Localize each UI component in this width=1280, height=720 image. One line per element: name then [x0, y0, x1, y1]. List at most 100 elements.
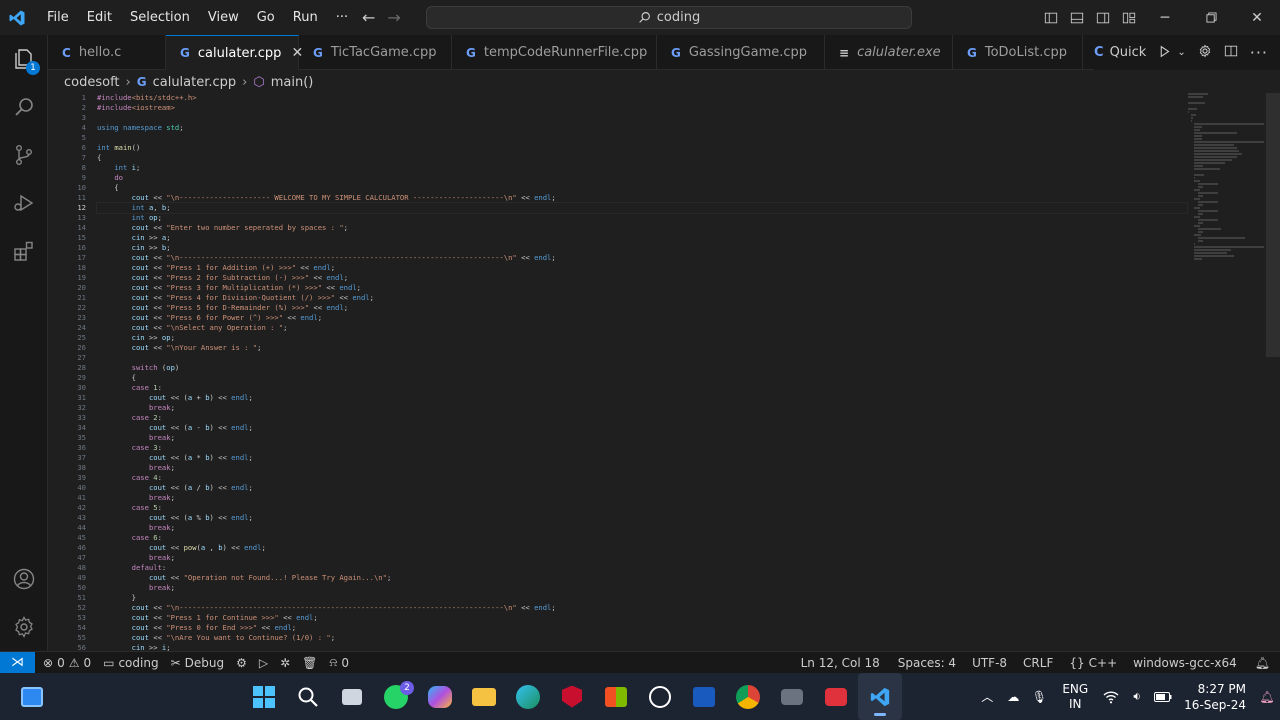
back-arrow-icon[interactable]: ← [362, 8, 375, 27]
code-line[interactable]: { [97, 153, 1187, 163]
cursor-position[interactable]: Ln 12, Col 18 [791, 652, 890, 674]
menu-item-edit[interactable]: Edit [78, 0, 121, 35]
forward-arrow-icon[interactable]: → [387, 8, 400, 27]
language-mode[interactable]: {} C++ [1061, 652, 1125, 674]
code-line[interactable]: do [97, 173, 1187, 183]
run-debug-icon[interactable] [0, 179, 48, 227]
code-line[interactable]: cout << "Press 5 for D-Remainder (%) >>>… [97, 303, 1187, 313]
code-line[interactable]: using namespace std; [97, 123, 1187, 133]
source-control-icon[interactable] [0, 131, 48, 179]
vscode-taskbar-icon[interactable] [858, 673, 902, 720]
code-line[interactable]: cin >> i; [97, 643, 1187, 651]
code-line[interactable]: { [97, 183, 1187, 193]
remote-indicator-icon[interactable]: ⋊ [0, 651, 35, 674]
code-line[interactable]: break; [97, 463, 1187, 473]
code-line[interactable]: cout << (a % b) << endl; [97, 513, 1187, 523]
indentation[interactable]: Spaces: 4 [890, 652, 964, 674]
notifications-bell-icon[interactable]: 🔔︎ [1245, 652, 1280, 674]
code-line[interactable]: cout << "Press 6 for Power (^) >>>" << e… [97, 313, 1187, 323]
task-view-icon[interactable] [330, 673, 374, 720]
code-line[interactable]: cout << "\n--------------------- WELCOME… [97, 193, 1187, 203]
restore-icon[interactable] [1188, 0, 1234, 35]
code-line[interactable]: case 4: [97, 473, 1187, 483]
end-of-line[interactable]: CRLF [1015, 652, 1061, 674]
menu-item-file[interactable]: File [38, 0, 78, 35]
code-line[interactable]: case 1: [97, 383, 1187, 393]
whatsapp-icon[interactable]: 2 [374, 673, 418, 720]
windows-start-icon[interactable] [242, 673, 286, 720]
trash-icon[interactable]: 🗑 [296, 652, 323, 674]
code-editor[interactable]: 1 2 3 4 5 6 7 8 9 10 11 12 13 14 15 16 17 18 19 20 21 22 23 24 2… [48, 93, 1280, 651]
menu-item-selection[interactable]: Selection [121, 0, 199, 35]
code-line[interactable]: int i; [97, 163, 1187, 173]
ports-indicator[interactable]: ⍾ 0 [323, 652, 355, 674]
mcafee-icon[interactable] [550, 673, 594, 720]
taskbar-search-icon[interactable] [286, 673, 330, 720]
camera-icon[interactable] [770, 673, 814, 720]
code-line[interactable]: break; [97, 403, 1187, 413]
chevron-up-icon[interactable]: ︿ [974, 673, 1000, 720]
explorer-icon[interactable]: 1 [0, 35, 48, 83]
menu-item-view[interactable]: View [199, 0, 248, 35]
file-explorer-icon[interactable] [462, 673, 506, 720]
accounts-icon[interactable] [0, 555, 48, 603]
wifi-icon[interactable] [1098, 673, 1124, 720]
code-line[interactable]: switch (op) [97, 363, 1187, 373]
code-line[interactable]: int main() [97, 143, 1187, 153]
menu-item-run[interactable]: Run [284, 0, 327, 35]
encoding[interactable]: UTF-8 [964, 652, 1015, 674]
manage-gear-icon[interactable] [0, 603, 48, 651]
debug-indicator[interactable]: ✂ Debug [165, 652, 231, 674]
code-line[interactable]: cout << "Enter two number seperated by s… [97, 223, 1187, 233]
debug-bug-icon[interactable]: ✲ [274, 652, 296, 674]
code-line[interactable]: cout << "Press 1 for Addition (+) >>>" <… [97, 263, 1187, 273]
clipchamp-icon[interactable] [814, 673, 858, 720]
tab-hello-c[interactable]: C hello.c [48, 35, 166, 70]
code-line[interactable]: cout << "\n-----------------------------… [97, 253, 1187, 263]
breadcrumb-symbol[interactable]: main() [271, 75, 314, 90]
command-center-search[interactable]: coding [426, 6, 912, 29]
code-line[interactable]: { [97, 373, 1187, 383]
code-line[interactable]: #include<iostream> [97, 103, 1187, 113]
code-line[interactable]: case 6: [97, 533, 1187, 543]
split-editor-icon[interactable] [1218, 43, 1244, 62]
minimap[interactable] [1188, 93, 1266, 260]
customize-layout-icon[interactable] [1116, 0, 1142, 35]
code-line[interactable]: cout << "\nAre You want to Continue? (1/… [97, 633, 1187, 643]
code-line[interactable]: cout << "Press 0 for End >>>" << endl; [97, 623, 1187, 633]
cmake-settings-icon[interactable]: ⚙ [230, 652, 253, 674]
extensions-icon[interactable] [0, 227, 48, 275]
code-line[interactable]: cout << (a / b) << endl; [97, 483, 1187, 493]
word-icon[interactable] [682, 673, 726, 720]
close-window-icon[interactable]: ✕ [1234, 0, 1280, 35]
code-line[interactable]: break; [97, 583, 1187, 593]
settings-gear-icon[interactable] [1192, 43, 1218, 62]
quick-tab[interactable]: C Quick [1094, 45, 1146, 60]
more-actions-icon[interactable]: ··· [1244, 43, 1274, 62]
minimize-icon[interactable]: ─ [1142, 0, 1188, 35]
code-line[interactable]: cin >> op; [97, 333, 1187, 343]
tab-calulater-cpp[interactable]: G calulater.cpp ✕ [166, 35, 303, 70]
code-line[interactable]: break; [97, 553, 1187, 563]
tab-gassinggame-cpp[interactable]: G GassingGame.cpp [657, 35, 825, 70]
code-line[interactable]: cout << (a - b) << endl; [97, 423, 1187, 433]
code-line[interactable]: cin >> b; [97, 243, 1187, 253]
widgets-icon[interactable] [10, 673, 54, 720]
compiler-config[interactable]: windows-gcc-x64 [1125, 652, 1245, 674]
code-line[interactable]: default: [97, 563, 1187, 573]
code-line[interactable]: break; [97, 433, 1187, 443]
microphone-icon[interactable]: 🎙︎ [1026, 673, 1052, 720]
edge-browser-icon[interactable] [506, 673, 550, 720]
input-language[interactable]: ENG IN [1052, 682, 1098, 712]
code-line[interactable]: cout << (a + b) << endl; [97, 393, 1187, 403]
battery-icon[interactable] [1150, 673, 1176, 720]
search-sidebar-icon[interactable] [0, 83, 48, 131]
breadcrumb-file[interactable]: calulater.cpp [153, 75, 237, 90]
code-line[interactable]: cout << pow(a , b) << endl; [97, 543, 1187, 553]
code-line[interactable]: cout << "Press 2 for Subtraction (-) >>>… [97, 273, 1187, 283]
folder-indicator[interactable]: ▭ coding [97, 652, 164, 674]
copilot-icon[interactable] [418, 673, 462, 720]
toggle-panel-icon[interactable] [1064, 0, 1090, 35]
code-line[interactable]: cout << "\nSelect any Operation : "; [97, 323, 1187, 333]
code-area[interactable]: #include<bits/stdc++.h> #include<iostream… [96, 93, 1188, 651]
